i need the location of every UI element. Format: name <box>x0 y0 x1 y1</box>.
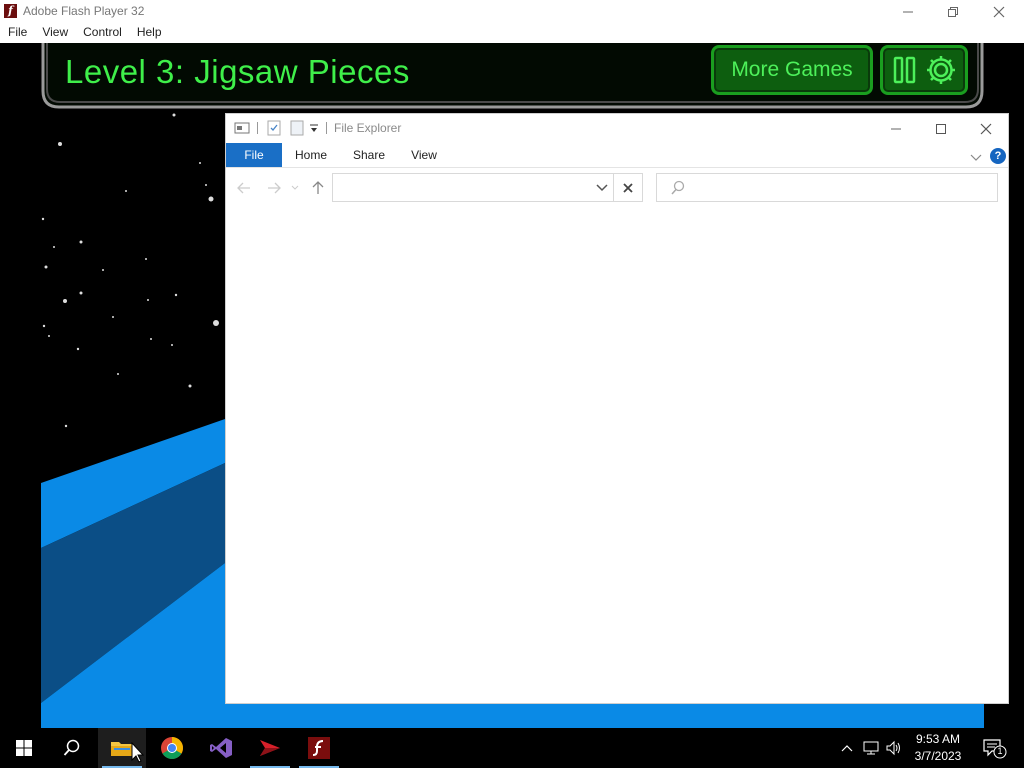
menu-control[interactable]: Control <box>75 23 129 43</box>
forward-button[interactable] <box>266 180 282 196</box>
start-button[interactable] <box>0 728 48 768</box>
help-button[interactable]: ? <box>990 148 1006 164</box>
back-button[interactable] <box>236 180 252 196</box>
clock-time: 9:53 AM <box>915 732 961 746</box>
notification-count: 1 <box>997 746 1003 756</box>
network-icon <box>863 741 879 755</box>
menu-help[interactable]: Help <box>129 23 169 43</box>
arrow-right-icon <box>268 182 281 194</box>
properties-icon <box>234 122 250 134</box>
qat-properties-button[interactable] <box>266 120 282 136</box>
chevron-up-icon <box>841 745 853 752</box>
chevron-down-icon <box>596 184 608 192</box>
close-icon <box>993 6 1005 17</box>
arrow-up-icon <box>312 181 324 194</box>
qat-new-folder-button[interactable] <box>289 120 305 136</box>
notification-icon <box>983 739 1007 759</box>
explorer-content-area[interactable] <box>226 210 1008 703</box>
taskbar-clock[interactable]: 9:53 AM 3/7/2023 <box>900 731 976 765</box>
gear-icon <box>927 56 955 84</box>
network-tray-button[interactable] <box>862 739 880 757</box>
blank-page-icon <box>290 120 304 136</box>
show-hidden-icons-button[interactable] <box>838 739 856 757</box>
tab-file[interactable]: File <box>226 143 282 167</box>
file-explorer-window[interactable]: File Explorer File Home Share View ? <box>225 113 1009 704</box>
qat-separator <box>257 122 258 134</box>
taskbar-chrome[interactable] <box>148 728 196 768</box>
tab-view[interactable]: View <box>400 143 448 167</box>
taskbar-search-button[interactable] <box>48 728 96 768</box>
close-icon <box>623 182 633 193</box>
menu-file[interactable]: File <box>0 23 34 43</box>
explorer-minimize-button[interactable] <box>873 114 919 143</box>
mouse-cursor-icon <box>131 742 145 763</box>
explorer-app-icon <box>234 120 250 136</box>
pause-settings-button[interactable] <box>880 45 968 95</box>
ribbon-expand-button[interactable] <box>970 150 982 168</box>
app-red-arrow-icon <box>260 740 280 756</box>
more-games-button[interactable]: More Games <box>711 45 873 95</box>
chevron-down-icon <box>291 185 299 190</box>
checklist-icon <box>267 120 281 136</box>
clock-date: 3/7/2023 <box>914 749 962 763</box>
game-hud: Level 3: Jigsaw Pieces More Games <box>41 43 984 110</box>
up-button[interactable] <box>310 180 326 196</box>
dropdown-arrow-icon <box>310 124 318 132</box>
minimize-icon <box>891 128 901 129</box>
search-icon <box>63 739 80 756</box>
maximize-icon <box>936 123 946 134</box>
explorer-maximize-button[interactable] <box>918 114 964 143</box>
taskbar-flash-player[interactable] <box>295 728 343 768</box>
restore-icon <box>948 6 958 17</box>
desktop-screen: f Adobe Flash Player 32 File View Contro… <box>0 0 1024 768</box>
taskbar-visual-studio[interactable] <box>197 728 245 768</box>
address-clear-button[interactable] <box>614 173 643 202</box>
visual-studio-icon <box>210 738 232 758</box>
flash-close-button[interactable] <box>976 0 1022 23</box>
ribbon-tabs: File Home Share View ? <box>226 143 1008 168</box>
search-icon <box>671 180 685 195</box>
minimize-icon <box>903 11 913 12</box>
taskbar-red-arrow-app[interactable] <box>246 728 294 768</box>
address-bar[interactable] <box>332 173 614 202</box>
tab-share[interactable]: Share <box>344 143 394 167</box>
arrow-left-icon <box>237 182 250 194</box>
title-separator <box>326 122 327 134</box>
windows-start-icon <box>16 740 32 756</box>
menu-view[interactable]: View <box>34 23 75 43</box>
chevron-down-icon <box>970 154 982 161</box>
address-dropdown-button[interactable] <box>595 181 609 195</box>
flash-minimize-button[interactable] <box>885 0 931 23</box>
tab-home[interactable]: Home <box>286 143 336 167</box>
flash-menubar: File View Control Help <box>0 23 1024 43</box>
explorer-close-button[interactable] <box>963 114 1009 143</box>
qat-customize-button[interactable] <box>309 122 319 138</box>
taskbar: 9:53 AM 3/7/2023 1 <box>0 728 1024 768</box>
search-box[interactable] <box>656 173 998 202</box>
explorer-window-title: File Explorer <box>334 121 402 135</box>
flash-app-icon: f <box>4 4 17 18</box>
flash-restore-button[interactable] <box>930 0 976 23</box>
chrome-icon <box>161 737 183 759</box>
action-center-button[interactable]: 1 <box>980 737 1010 759</box>
explorer-titlebar[interactable]: File Explorer <box>226 114 1008 143</box>
flash-window-title: Adobe Flash Player 32 <box>23 4 145 18</box>
pause-icon <box>893 56 916 84</box>
level-title: Level 3: Jigsaw Pieces <box>65 53 410 90</box>
pause-settings-icons <box>893 56 955 84</box>
flash-player-icon <box>308 737 330 759</box>
close-icon <box>980 123 992 134</box>
flash-titlebar[interactable]: f Adobe Flash Player 32 <box>0 0 1024 23</box>
recent-locations-button[interactable] <box>290 180 300 196</box>
